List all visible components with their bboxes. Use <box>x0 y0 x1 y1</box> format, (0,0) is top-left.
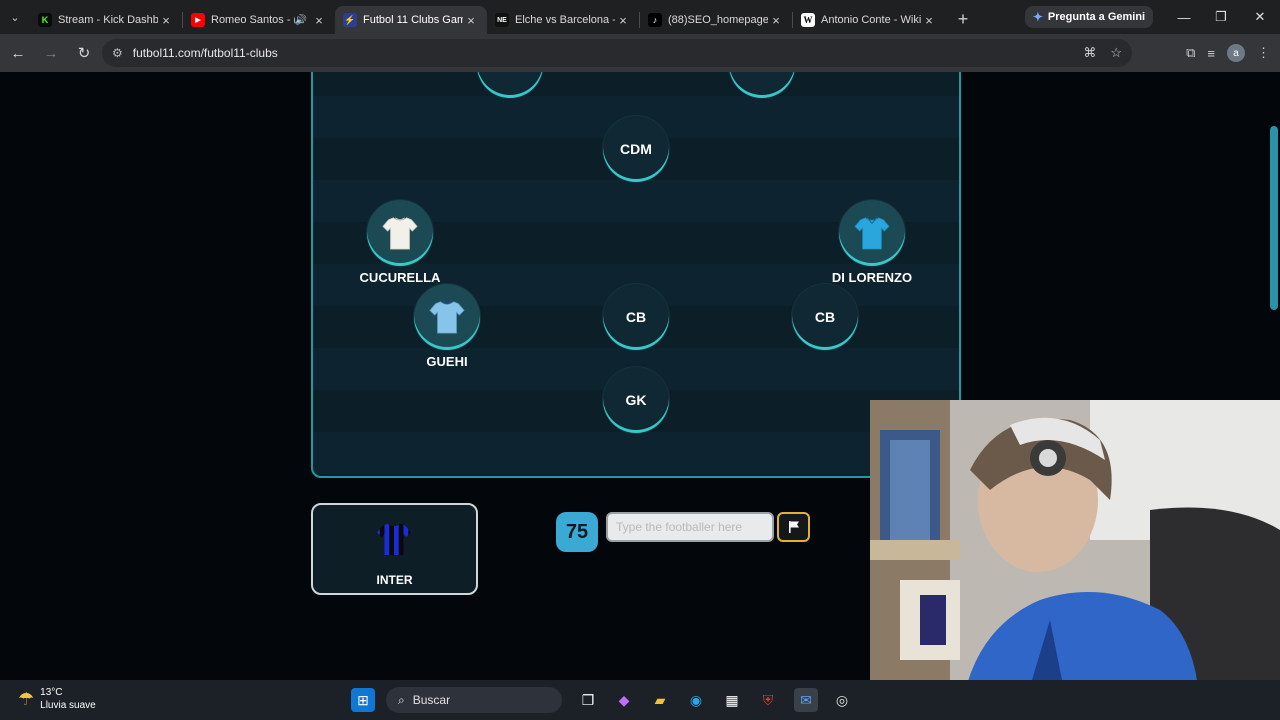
store-icon[interactable]: ▦ <box>720 688 744 712</box>
flag-icon <box>788 521 799 533</box>
reload-icon[interactable]: ↻ <box>69 38 99 68</box>
news-favicon-icon: NE <box>495 13 509 27</box>
magnifier-icon: ⌕ <box>398 692 405 707</box>
youtube-favicon-icon: ▶ <box>191 13 205 27</box>
player-slot-cucurella[interactable] <box>367 200 433 266</box>
position-slot-cb-center[interactable]: CB <box>603 284 669 350</box>
tab-futbol11[interactable]: ⚡ Futbol 11 Clubs Gam × <box>335 6 487 34</box>
url-text: futbol11.com/futbol11-clubs <box>132 46 278 60</box>
tab-title: Futbol 11 Clubs Gam <box>363 14 463 26</box>
position-slot-cm-right[interactable]: CM <box>729 72 795 98</box>
position-label: CM <box>751 72 773 73</box>
player-name: CUCURELLA <box>359 270 441 285</box>
bookmark-star-icon[interactable]: ☆ <box>1110 45 1122 61</box>
position-label: CDM <box>620 141 652 157</box>
gemini-label: Pregunta a Gemini <box>1047 11 1146 23</box>
site-settings-icon[interactable]: ⚙ <box>112 46 123 60</box>
sky-blue-shirt-icon <box>429 301 465 334</box>
player-slot-guehi[interactable] <box>414 284 480 350</box>
light-blue-shirt-icon <box>854 217 890 250</box>
wikipedia-favicon-icon: W <box>801 13 815 27</box>
tiktok-favicon-icon: ♪ <box>648 13 662 27</box>
gemini-sparkle-icon: ✦ <box>1032 10 1043 24</box>
copilot-icon[interactable]: ◆ <box>612 688 636 712</box>
weather-rain-icon: ☂ <box>18 688 35 709</box>
search-label: Buscar <box>412 693 451 707</box>
score-badge: 75 <box>556 512 598 552</box>
extensions-puzzle-icon[interactable]: ⧉ <box>1186 45 1195 61</box>
tab-tiktok[interactable]: ♪ (88)SEO_homepage_ × <box>640 6 792 34</box>
position-slot-cb-right[interactable]: CB <box>792 284 858 350</box>
restore-icon[interactable]: ❐ <box>1203 0 1239 34</box>
player-name: DI LORENZO <box>831 270 913 285</box>
club-card: INTER <box>311 503 478 595</box>
shield-app-icon[interactable]: ⛨ <box>756 688 780 712</box>
profile-avatar[interactable]: a <box>1227 44 1245 62</box>
footballer-guess-input[interactable] <box>606 512 774 542</box>
browser-toolbar: ← → ↻ ⚙ futbol11.com/futbol11-clubs ⌘ ☆ … <box>0 34 1280 72</box>
webcam-overlay <box>870 400 1280 720</box>
file-explorer-icon[interactable]: ▰ <box>648 688 672 712</box>
close-icon[interactable]: × <box>463 13 479 28</box>
weather-description: Lluvia suave <box>40 700 96 711</box>
windows-start-icon[interactable]: ⊞ <box>351 688 375 712</box>
white-shirt-icon <box>382 217 418 250</box>
windows-taskbar: ☂ 13°C Lluvia suave ⊞ ⌕ Buscar ❐ ◆ ▰ ◉ ▦… <box>0 680 1280 720</box>
new-tab-plus-icon[interactable]: + <box>949 5 977 33</box>
close-icon[interactable]: × <box>158 13 174 28</box>
forward-arrow-icon[interactable]: → <box>36 38 66 68</box>
back-arrow-icon[interactable]: ← <box>3 38 33 68</box>
temperature: 13°C <box>40 687 63 698</box>
formation-pitch: CM CM CDM CUCURELLA DI LORENZO <box>311 72 961 478</box>
minimize-icon[interactable]: — <box>1166 0 1202 34</box>
position-slot-gk[interactable]: GK <box>603 367 669 433</box>
tab-title: Elche vs Barcelona - I <box>515 14 615 26</box>
player-name: GUEHI <box>426 354 468 369</box>
position-label: GK <box>625 392 647 408</box>
tab-search-icon[interactable]: ⌄ <box>0 0 30 34</box>
translate-icon[interactable]: ⌘ <box>1083 45 1096 61</box>
weather-widget[interactable]: ☂ 13°C Lluvia suave <box>18 686 96 712</box>
club-name: INTER <box>376 573 413 587</box>
taskbar-search-box[interactable]: ⌕ Buscar <box>386 687 562 713</box>
inter-striped-shirt-icon <box>376 523 412 556</box>
task-view-icon[interactable]: ❐ <box>576 688 600 712</box>
position-slot-cdm[interactable]: CDM <box>603 116 669 182</box>
futbol11-favicon-icon: ⚡ <box>343 13 357 27</box>
tab-title: Antonio Conte - Wiki <box>821 14 921 26</box>
obs-icon[interactable]: ◎ <box>830 688 854 712</box>
close-icon[interactable]: × <box>615 13 631 28</box>
tab-youtube[interactable]: ▶ Romeo Santos - ( 🔊 × <box>183 6 335 34</box>
tab-wikipedia[interactable]: W Antonio Conte - Wiki × <box>793 6 945 34</box>
tab-title: Romeo Santos - ( <box>211 14 295 26</box>
tab-elche-barcelona[interactable]: NE Elche vs Barcelona - I × <box>487 6 639 34</box>
address-bar[interactable]: ⚙ futbol11.com/futbol11-clubs ⌘ ☆ <box>102 39 1132 67</box>
edge-browser-icon[interactable]: ◉ <box>684 688 708 712</box>
page-scrollbar[interactable] <box>1270 126 1278 310</box>
kick-favicon-icon: K <box>38 13 52 27</box>
window-close-icon[interactable]: ✕ <box>1242 0 1278 34</box>
kebab-menu-icon[interactable]: ⋮ <box>1257 45 1270 61</box>
position-label: CB <box>814 309 836 325</box>
gemini-button[interactable]: ✦ Pregunta a Gemini <box>1025 6 1153 28</box>
give-up-flag-button[interactable] <box>777 512 810 542</box>
outlook-icon[interactable]: ✉ <box>794 688 818 712</box>
webcam-video-image <box>870 400 1280 720</box>
speaker-icon[interactable]: 🔊 <box>295 15 307 26</box>
close-icon[interactable]: × <box>311 13 327 28</box>
tab-title: (88)SEO_homepage_ <box>668 14 768 26</box>
media-controls-icon[interactable]: ≡ <box>1207 46 1215 61</box>
close-icon[interactable]: × <box>768 13 784 28</box>
tab-kick[interactable]: K Stream - Kick Dashbo × <box>30 6 182 34</box>
position-slot-cm-left[interactable]: CM <box>477 72 543 98</box>
player-slot-di-lorenzo[interactable] <box>839 200 905 266</box>
position-label: CM <box>499 72 521 73</box>
tab-strip: ⌄ K Stream - Kick Dashbo × ▶ Romeo Santo… <box>0 0 1280 34</box>
close-icon[interactable]: × <box>921 13 937 28</box>
tab-title: Stream - Kick Dashbo <box>58 14 158 26</box>
position-label: CB <box>625 309 647 325</box>
